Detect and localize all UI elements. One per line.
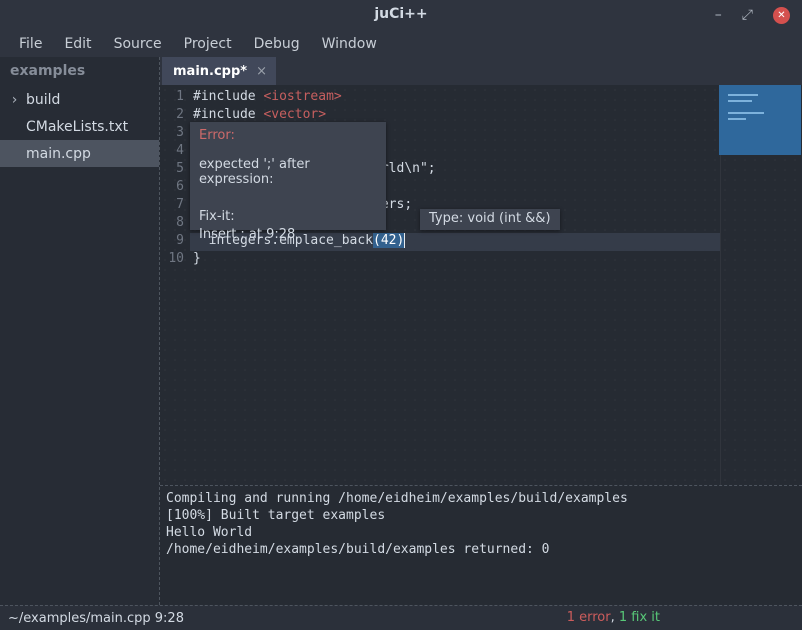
line-number: 2 xyxy=(160,107,190,125)
diagnostics-separator: , xyxy=(611,610,619,625)
minimize-icon[interactable]: – xyxy=(715,8,722,22)
editor-column: main.cpp* × 12345678910 #include <iostre… xyxy=(160,57,802,605)
code-segment: (42) xyxy=(373,233,405,248)
line-number: 9 xyxy=(160,233,190,251)
sidebar-item-label: CMakeLists.txt xyxy=(26,119,128,135)
tab-main-cpp[interactable]: main.cpp* × xyxy=(162,57,276,85)
tabbar: main.cpp* × xyxy=(160,57,802,85)
code-segment: #include xyxy=(193,89,263,104)
terminal-line: [100%] Built target examples xyxy=(166,508,796,525)
line-number: 5 xyxy=(160,161,190,179)
sidebar-item-label: build xyxy=(26,92,60,108)
close-icon[interactable]: ✕ xyxy=(773,7,790,24)
titlebar[interactable]: juCi++ – ⤢ ✕ xyxy=(0,0,802,30)
line-number: 8 xyxy=(160,215,190,233)
line-number: 10 xyxy=(160,251,190,269)
minimap-line xyxy=(728,100,752,102)
sidebar-item-label: main.cpp xyxy=(26,146,91,162)
minimap-line xyxy=(728,118,746,120)
code-segment: } xyxy=(193,251,201,266)
error-tooltip-title: Error: xyxy=(199,128,377,143)
project-name: examples xyxy=(0,57,159,86)
menu-item-window[interactable]: Window xyxy=(311,32,388,56)
line-number: 3 xyxy=(160,125,190,143)
sidebar-item-main-cpp[interactable]: main.cpp xyxy=(0,140,159,167)
maximize-icon[interactable]: ⤢ xyxy=(742,8,753,22)
error-tooltip-message: expected ';' after expression: xyxy=(199,157,377,187)
window-title: juCi++ xyxy=(0,6,802,22)
sidebar-items: › build CMakeLists.txt main.cpp xyxy=(0,86,159,167)
menu-item-edit[interactable]: Edit xyxy=(53,32,102,56)
error-count: 1 error xyxy=(567,610,611,625)
status-diagnostics: 1 error, 1 fix it xyxy=(567,610,660,625)
menu-item-file[interactable]: File xyxy=(8,32,53,56)
error-tooltip: Error: expected ';' after expression: Fi… xyxy=(190,122,386,230)
line-number-gutter: 12345678910 xyxy=(160,85,190,485)
minimap-line xyxy=(728,112,764,114)
statusbar: ~/examples/main.cpp 9:28 1 error, 1 fix … xyxy=(0,605,802,630)
menu-item-source[interactable]: Source xyxy=(103,32,173,56)
code-editor[interactable]: 12345678910 #include <iostream>#include … xyxy=(160,85,802,485)
code-segment: #include xyxy=(193,107,263,122)
juci-window: juCi++ – ⤢ ✕ FileEditSourceProjectDebugW… xyxy=(0,0,802,630)
terminal-line: /home/eidheim/examples/build/examples re… xyxy=(166,542,796,559)
terminal-line: Compiling and running /home/eidheim/exam… xyxy=(166,491,796,508)
line-number: 4 xyxy=(160,143,190,161)
sidebar-item-cmakelists-txt[interactable]: CMakeLists.txt xyxy=(0,113,159,140)
fixit-title: Fix-it: xyxy=(199,209,377,224)
minimap-line xyxy=(728,94,758,96)
line-number: 6 xyxy=(160,179,190,197)
fixit-count: 1 fix it xyxy=(619,610,660,625)
chevron-right-icon: › xyxy=(8,92,21,108)
code-line[interactable]: #include <iostream> xyxy=(190,89,720,107)
code-segment: <iostream> xyxy=(263,89,341,104)
fixit-text: Insert ; at 9:28 xyxy=(199,227,377,242)
main-region: examples › build CMakeLists.txt main.cpp ma… xyxy=(0,57,802,605)
status-file-location: ~/examples/main.cpp 9:28 xyxy=(8,611,184,626)
menu-item-project[interactable]: Project xyxy=(173,32,243,56)
sidebar-item-build[interactable]: › build xyxy=(0,86,159,113)
line-number: 7 xyxy=(160,197,190,215)
code-segment: <vector> xyxy=(263,107,326,122)
code-line[interactable]: } xyxy=(190,251,720,269)
minimap[interactable] xyxy=(719,85,801,155)
menubar: FileEditSourceProjectDebugWindow xyxy=(0,30,802,57)
type-tooltip: Type: void (int &&) xyxy=(420,209,560,230)
tab-label: main.cpp* xyxy=(173,64,247,79)
menu-item-debug[interactable]: Debug xyxy=(243,32,311,56)
file-tree-panel: examples › build CMakeLists.txt main.cpp xyxy=(0,57,160,605)
tab-close-icon[interactable]: × xyxy=(256,64,267,79)
terminal-line: Hello World xyxy=(166,525,796,542)
window-controls: – ⤢ ✕ xyxy=(715,0,790,30)
output-terminal[interactable]: Compiling and running /home/eidheim/exam… xyxy=(160,485,802,605)
line-number: 1 xyxy=(160,89,190,107)
